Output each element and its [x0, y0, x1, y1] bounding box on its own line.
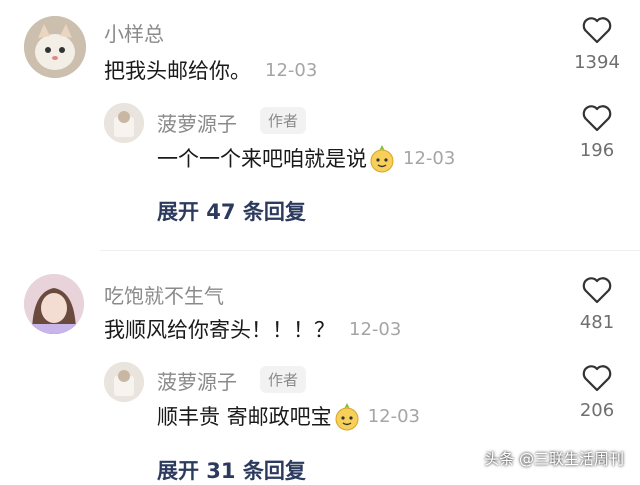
pineapple-emoji-icon [335, 403, 359, 431]
reply-date: 12-03 [367, 405, 420, 427]
divider [100, 250, 640, 251]
comment-date: 12-03 [265, 59, 318, 81]
comment-body: 把我头邮给你。 [104, 59, 251, 83]
author-badge: 作者 [260, 107, 307, 134]
expand-replies-link[interactable]: 展开 47 条回复 [157, 196, 306, 226]
like-button[interactable]: 206 [562, 364, 632, 421]
heart-icon [582, 17, 612, 44]
like-button[interactable]: 196 [562, 104, 632, 161]
reply-body: 顺丰贵 寄邮政吧宝 [157, 405, 332, 429]
avatar[interactable] [104, 362, 144, 402]
comment-author[interactable]: 小样总 [104, 18, 164, 47]
like-count: 206 [579, 400, 615, 421]
comment-text: 把我头邮给你。 12-03 [104, 55, 317, 85]
comment-text: 我顺风给你寄头！！！？ 12-03 [104, 314, 401, 344]
avatar[interactable] [24, 16, 86, 78]
like-count: 1394 [574, 52, 620, 73]
heart-icon [582, 277, 612, 304]
pineapple-emoji-icon [370, 145, 394, 173]
avatar[interactable] [104, 103, 144, 143]
reply-text: 顺丰贵 寄邮政吧宝 12-03 [157, 401, 420, 431]
reply-text: 一个一个来吧咱就是说 12-03 [157, 143, 455, 173]
author-badge: 作者 [260, 366, 307, 393]
avatar[interactable] [24, 274, 84, 334]
reply-author[interactable]: 菠萝源子 [157, 108, 237, 137]
like-button[interactable]: 481 [562, 276, 632, 333]
reply-date: 12-03 [403, 147, 456, 169]
like-button[interactable]: 1394 [562, 16, 632, 73]
comment-body: 我顺风给你寄头！！！？ [104, 318, 335, 342]
like-count: 481 [579, 312, 615, 333]
heart-icon [582, 105, 612, 132]
like-count: 196 [579, 140, 615, 161]
heart-icon [582, 365, 612, 392]
watermark: 头条 @三联生活周刊 [484, 450, 624, 468]
comment-date: 12-03 [349, 318, 402, 340]
reply-author[interactable]: 菠萝源子 [157, 366, 237, 395]
comment-author[interactable]: 吃饱就不生气 [104, 280, 224, 309]
reply-body: 一个一个来吧咱就是说 [157, 147, 367, 171]
